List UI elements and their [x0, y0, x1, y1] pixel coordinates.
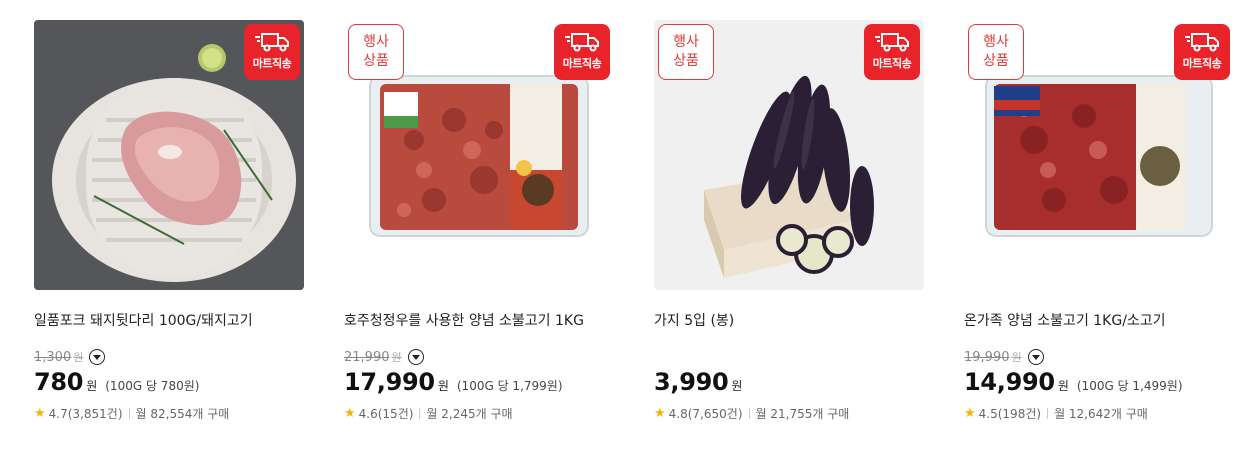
- event-badge-line2: 상품: [363, 53, 389, 69]
- star-icon: ★: [964, 405, 976, 421]
- product-image[interactable]: 마트직송: [34, 20, 304, 290]
- product-image[interactable]: 행사 상품 마트직송: [964, 20, 1234, 290]
- product-image[interactable]: 행사 상품 마트직송: [344, 20, 614, 290]
- monthly-purchases: 월 2,245개 구매: [426, 406, 513, 421]
- mart-delivery-badge: 마트직송: [554, 24, 610, 80]
- chevron-down-icon[interactable]: [89, 349, 106, 365]
- mart-delivery-badge: 마트직송: [244, 24, 300, 80]
- original-price-row: 21,990 원: [344, 346, 614, 368]
- original-price: 21,990: [344, 349, 390, 365]
- unit-price: (100G 당 780원): [105, 379, 200, 393]
- mart-delivery-badge: 마트직송: [864, 24, 920, 80]
- divider: [128, 407, 130, 419]
- event-badge-line2: 상품: [983, 53, 1009, 69]
- sale-price: 17,990: [344, 368, 435, 396]
- truck-icon: [255, 33, 289, 52]
- unit-price: (100G 당 1,499원): [1076, 379, 1183, 393]
- unit-price: (100G 당 1,799원): [456, 379, 563, 393]
- original-price: 19,990: [964, 349, 1010, 365]
- price-unit: 원: [731, 379, 743, 393]
- truck-icon: [1185, 33, 1219, 52]
- meta-row: ★ 4.7(3,851건) 월 82,554개 구매: [34, 404, 304, 422]
- rating: 4.5(198건): [978, 406, 1042, 421]
- original-price-row: 19,990 원: [964, 346, 1234, 368]
- chevron-down-icon[interactable]: [407, 349, 424, 365]
- event-badge: 행사 상품: [658, 24, 714, 80]
- product-title[interactable]: 온가족 양념 소불고기 1KG/소고기: [964, 310, 1234, 330]
- original-price-unit: 원: [73, 351, 84, 364]
- star-icon: ★: [34, 405, 46, 421]
- price-unit: 원: [86, 379, 98, 393]
- original-price-unit: 원: [391, 351, 402, 364]
- price-row: 14,990 원 (100G 당 1,499원): [964, 368, 1234, 400]
- mart-delivery-label: 마트직송: [562, 57, 602, 70]
- meta-row: ★ 4.6(15건) 월 2,245개 구매: [344, 404, 614, 422]
- event-badge: 행사 상품: [968, 24, 1024, 80]
- event-badge-line2: 상품: [673, 53, 699, 69]
- product-title[interactable]: 호주청정우를 사용한 양념 소불고기 1KG: [344, 310, 614, 330]
- original-price-unit: 원: [1011, 351, 1022, 364]
- meta-row: ★ 4.8(7,650건) 월 21,755개 구매: [654, 404, 924, 422]
- truck-icon: [875, 33, 909, 52]
- original-price: 1,300: [34, 349, 72, 365]
- event-badge-line1: 행사: [983, 34, 1009, 50]
- sale-price: 14,990: [964, 368, 1055, 396]
- product-image[interactable]: 행사 상품 마트직송: [654, 20, 924, 290]
- event-badge-line1: 행사: [363, 34, 389, 50]
- rating: 4.8(7,650건): [668, 406, 743, 421]
- sale-price: 780: [34, 368, 84, 396]
- product-card[interactable]: 마트직송 일품포크 돼지뒷다리 100G/돼지고기 1,300 원 780 원 …: [34, 20, 304, 422]
- product-card[interactable]: 행사 상품 마트직송 가지 5입 (봉) 3,990 원 ★ 4.8(7,650…: [654, 20, 924, 422]
- product-title[interactable]: 일품포크 돼지뒷다리 100G/돼지고기: [34, 310, 304, 330]
- price-unit: 원: [1057, 379, 1069, 393]
- monthly-purchases: 월 21,755개 구매: [755, 406, 850, 421]
- mart-delivery-label: 마트직송: [252, 57, 292, 70]
- star-icon: ★: [344, 405, 356, 421]
- event-badge: 행사 상품: [348, 24, 404, 80]
- price-row: 17,990 원 (100G 당 1,799원): [344, 368, 614, 400]
- monthly-purchases: 월 12,642개 구매: [1054, 406, 1148, 421]
- price-unit: 원: [437, 379, 449, 393]
- price-row: 780 원 (100G 당 780원): [34, 368, 304, 400]
- truck-icon: [565, 33, 599, 52]
- mart-delivery-label: 마트직송: [1182, 57, 1222, 70]
- sale-price: 3,990: [654, 368, 729, 396]
- mart-delivery-label: 마트직송: [872, 57, 912, 70]
- star-icon: ★: [654, 405, 666, 421]
- rating: 4.6(15건): [358, 406, 414, 421]
- divider: [419, 407, 421, 419]
- divider: [748, 407, 750, 419]
- original-price-row: 1,300 원: [34, 346, 304, 368]
- mart-delivery-badge: 마트직송: [1174, 24, 1230, 80]
- monthly-purchases: 월 82,554개 구매: [135, 406, 230, 421]
- product-card[interactable]: 행사 상품 마트직송 호주청정우를 사용한 양념 소불고기 1KG 21,990…: [344, 20, 614, 422]
- product-card[interactable]: 행사 상품 마트직송 온가족 양념 소불고기 1KG/소고기 19,990 원 …: [964, 20, 1234, 422]
- rating: 4.7(3,851건): [48, 406, 123, 421]
- product-title[interactable]: 가지 5입 (봉): [654, 310, 924, 330]
- chevron-down-icon[interactable]: [1027, 349, 1044, 365]
- price-row: 3,990 원: [654, 368, 924, 400]
- event-badge-line1: 행사: [673, 34, 699, 50]
- meta-row: ★ 4.5(198건) 월 12,642개 구매: [964, 404, 1234, 422]
- divider: [1047, 407, 1049, 419]
